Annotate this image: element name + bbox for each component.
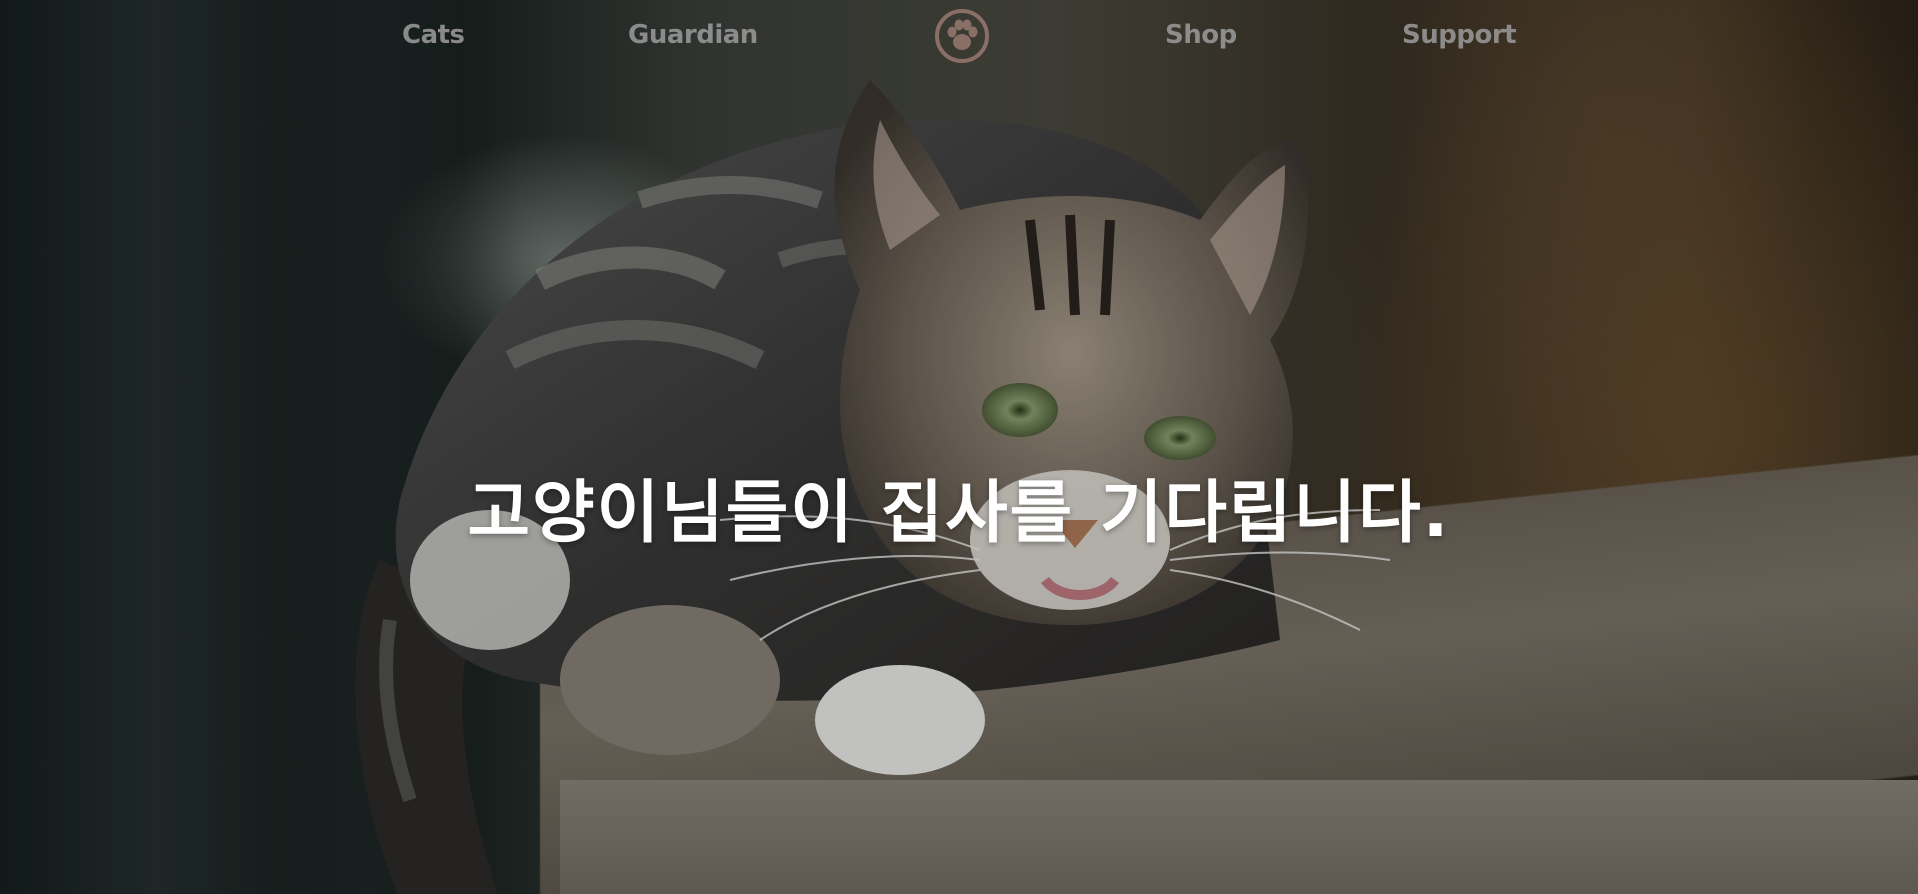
nav-link-guardian[interactable]: Guardian xyxy=(628,20,758,50)
top-navigation: Cats Guardian Shop Support xyxy=(0,0,1918,76)
nav-link-shop[interactable]: Shop xyxy=(1165,20,1237,50)
paw-icon[interactable] xyxy=(934,8,990,64)
hero-headline: 고양이님들이 집사를 기다립니다. xyxy=(467,473,1451,553)
nav-link-cats[interactable]: Cats xyxy=(402,20,465,50)
nav-link-support[interactable]: Support xyxy=(1402,20,1517,50)
hero-section: Cats Guardian Shop Support 고양이님들이 집사를 기다… xyxy=(0,0,1918,894)
